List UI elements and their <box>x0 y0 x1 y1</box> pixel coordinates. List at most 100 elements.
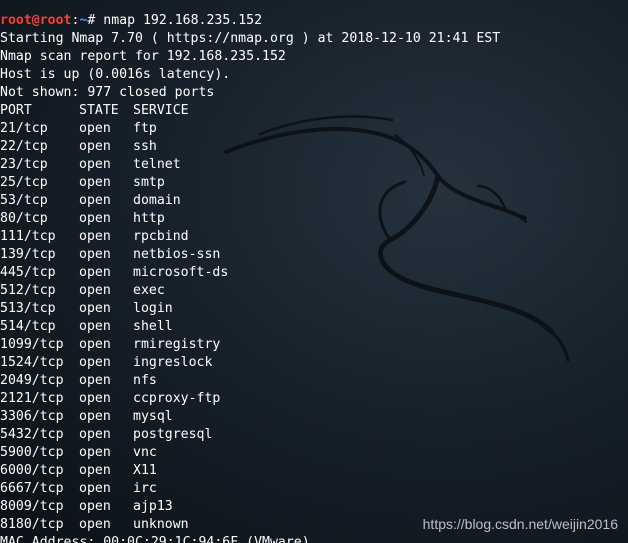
state-column-header: STATE <box>79 103 119 118</box>
service-cell: ingreslock <box>133 355 213 370</box>
port-cell: 512/tcp <box>0 283 56 298</box>
state-cell: open <box>79 373 111 388</box>
service-cell: exec <box>133 283 165 298</box>
state-cell: open <box>79 355 111 370</box>
scan-report-line: Nmap scan report for 192.168.235.152 <box>0 49 286 64</box>
port-cell: 514/tcp <box>0 319 56 334</box>
port-cell: 513/tcp <box>0 301 56 316</box>
nmap-start-line: Starting Nmap 7.70 ( https://nmap.org ) … <box>0 31 501 46</box>
port-row: 445/tcp open microsoft-ds <box>0 264 628 282</box>
service-cell: unknown <box>133 517 189 532</box>
port-cell: 8180/tcp <box>0 517 64 532</box>
port-column-header: PORT <box>0 103 32 118</box>
port-row: 23/tcp open telnet <box>0 156 628 174</box>
port-row: 514/tcp open shell <box>0 318 628 336</box>
port-cell: 5900/tcp <box>0 445 64 460</box>
port-cell: 1524/tcp <box>0 355 64 370</box>
port-row: 2049/tcp open nfs <box>0 372 628 390</box>
port-row: 53/tcp open domain <box>0 192 628 210</box>
service-cell: nfs <box>133 373 157 388</box>
port-row: 6667/tcp open irc <box>0 480 628 498</box>
port-row: 3306/tcp open mysql <box>0 408 628 426</box>
port-cell: 2121/tcp <box>0 391 64 406</box>
state-cell: open <box>79 139 111 154</box>
service-cell: login <box>133 301 173 316</box>
host-status-line: Host is up (0.0016s latency). <box>0 67 231 82</box>
state-cell: open <box>79 391 111 406</box>
port-cell: 21/tcp <box>0 121 48 136</box>
port-cell: 2049/tcp <box>0 373 64 388</box>
state-cell: open <box>79 229 111 244</box>
service-cell: telnet <box>133 157 181 172</box>
service-cell: domain <box>133 193 181 208</box>
command-text: nmap 192.168.235.152 <box>103 13 263 28</box>
state-cell: open <box>79 283 111 298</box>
port-cell: 111/tcp <box>0 229 56 244</box>
prompt-user-host: root@root <box>0 13 72 28</box>
port-row: 1524/tcp open ingreslock <box>0 354 628 372</box>
state-cell: open <box>79 175 111 190</box>
state-cell: open <box>79 193 111 208</box>
service-column-header: SERVICE <box>133 103 189 118</box>
state-cell: open <box>79 499 111 514</box>
service-cell: shell <box>133 319 173 334</box>
port-row: 2121/tcp open ccproxy-ftp <box>0 390 628 408</box>
service-cell: http <box>133 211 165 226</box>
terminal-window[interactable]: root@root:~# nmap 192.168.235.152 Starti… <box>0 0 628 543</box>
service-cell: ccproxy-ftp <box>133 391 221 406</box>
port-cell: 8009/tcp <box>0 499 64 514</box>
command-prompt-line[interactable]: root@root:~# nmap 192.168.235.152 <box>0 12 628 30</box>
closed-ports-line: Not shown: 977 closed ports <box>0 85 215 100</box>
port-cell: 80/tcp <box>0 211 48 226</box>
state-cell: open <box>79 121 111 136</box>
port-cell: 25/tcp <box>0 175 48 190</box>
port-row: 6000/tcp open X11 <box>0 462 628 480</box>
service-cell: netbios-ssn <box>133 247 221 262</box>
port-row: 80/tcp open http <box>0 210 628 228</box>
port-table-header: PORT STATE SERVICE <box>0 102 628 120</box>
state-cell: open <box>79 265 111 280</box>
state-cell: open <box>79 445 111 460</box>
previous-line-fragment <box>0 0 628 12</box>
port-cell: 3306/tcp <box>0 409 64 424</box>
service-cell: mysql <box>133 409 173 424</box>
service-cell: rmiregistry <box>133 337 221 352</box>
state-cell: open <box>79 301 111 316</box>
state-cell: open <box>79 427 111 442</box>
service-cell: vnc <box>133 445 157 460</box>
port-cell: 6000/tcp <box>0 463 64 478</box>
terminal-output: root@root:~# nmap 192.168.235.152 Starti… <box>0 0 628 543</box>
watermark-text: https://blog.csdn.net/weijin2016 <box>422 516 618 532</box>
service-cell: irc <box>133 481 157 496</box>
state-cell: open <box>79 481 111 496</box>
state-cell: open <box>79 517 111 532</box>
service-cell: smtp <box>133 175 165 190</box>
port-cell: 53/tcp <box>0 193 48 208</box>
port-row: 111/tcp open rpcbind <box>0 228 628 246</box>
state-cell: open <box>79 247 111 262</box>
service-cell: postgresql <box>133 427 213 442</box>
port-row: 25/tcp open smtp <box>0 174 628 192</box>
port-cell: 445/tcp <box>0 265 56 280</box>
state-cell: open <box>79 463 111 478</box>
service-cell: ssh <box>133 139 157 154</box>
service-cell: ftp <box>133 121 157 136</box>
port-row: 22/tcp open ssh <box>0 138 628 156</box>
state-cell: open <box>79 157 111 172</box>
service-cell: microsoft-ds <box>133 265 229 280</box>
service-cell: rpcbind <box>133 229 189 244</box>
state-cell: open <box>79 319 111 334</box>
service-cell: X11 <box>133 463 157 478</box>
state-cell: open <box>79 409 111 424</box>
port-cell: 5432/tcp <box>0 427 64 442</box>
state-cell: open <box>79 337 111 352</box>
port-row: 21/tcp open ftp <box>0 120 628 138</box>
port-row: 5432/tcp open postgresql <box>0 426 628 444</box>
port-row: 8009/tcp open ajp13 <box>0 498 628 516</box>
port-row: 513/tcp open login <box>0 300 628 318</box>
port-cell: 6667/tcp <box>0 481 64 496</box>
port-cell: 139/tcp <box>0 247 56 262</box>
state-cell: open <box>79 211 111 226</box>
port-cell: 22/tcp <box>0 139 48 154</box>
port-row: 139/tcp open netbios-ssn <box>0 246 628 264</box>
